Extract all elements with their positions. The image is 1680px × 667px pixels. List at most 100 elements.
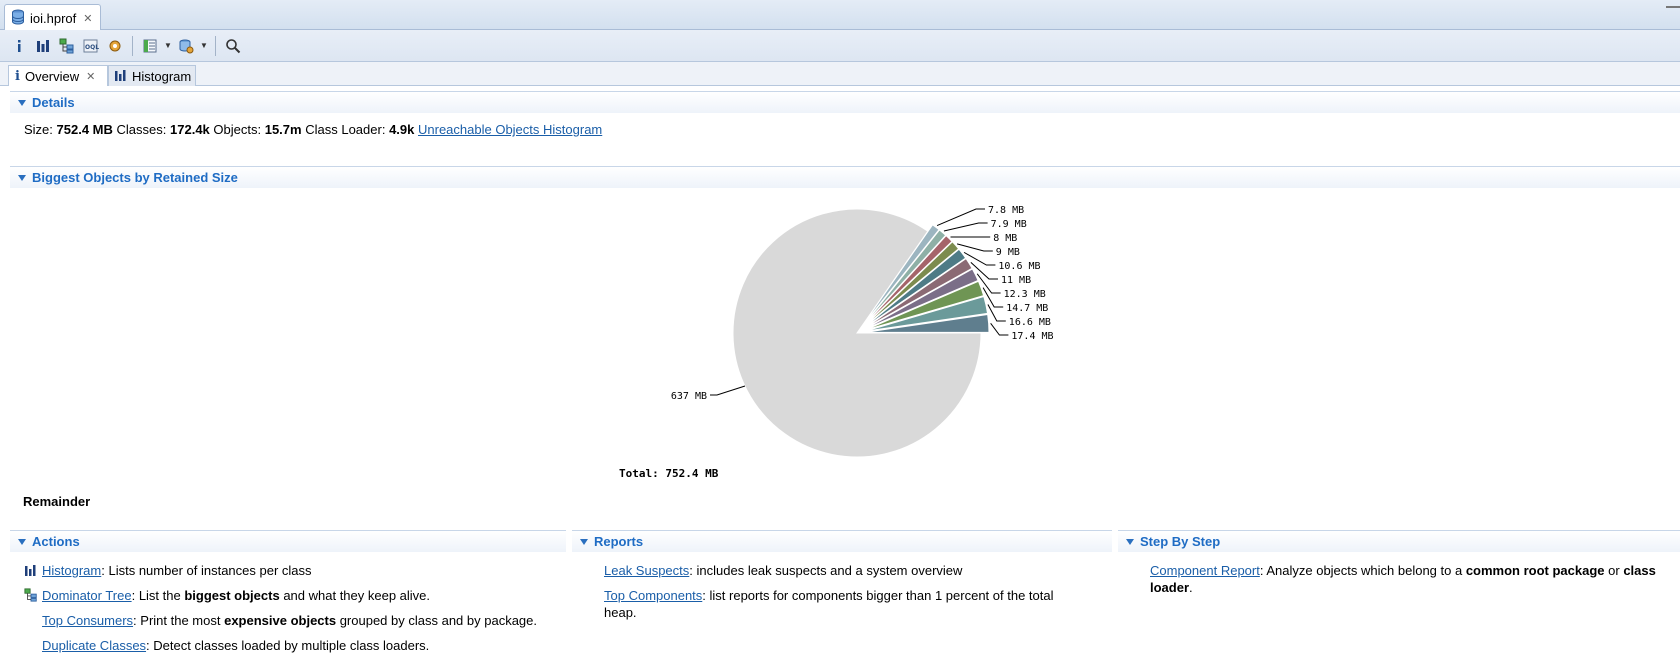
close-icon[interactable]: ✕ [83, 12, 92, 25]
chevron-down-icon[interactable]: ▼ [199, 35, 209, 57]
action-histogram: Histogram: Lists number of instances per… [24, 562, 312, 579]
blank-icon [24, 638, 38, 652]
slice-label: 10.6 MB [998, 261, 1040, 272]
info-icon: i [15, 68, 20, 84]
slice-label: 637 MB [671, 391, 707, 402]
slice-label: 17.4 MB [1011, 331, 1053, 342]
action-description: grouped by class and by package. [336, 613, 538, 628]
label-leader-line [710, 385, 746, 396]
label-leader-line [956, 243, 993, 252]
remainder-label: Remainder [23, 494, 91, 509]
label-leader-line [943, 222, 988, 232]
dominator-tree-icon[interactable] [56, 35, 78, 57]
actions-section-header[interactable]: Actions [10, 530, 566, 552]
classes-value: 172.4k [170, 122, 210, 137]
report-leak-suspects: Leak Suspects: includes leak suspects an… [604, 562, 962, 579]
objects-value: 15.7m [264, 122, 302, 137]
details-body: Size: 752.4 MB Classes: 172.4k Objects: … [24, 122, 602, 137]
dominator-tree-link[interactable]: Dominator Tree [42, 588, 132, 603]
leak-suspects-link[interactable]: Leak Suspects [604, 563, 689, 578]
search-icon[interactable] [222, 35, 244, 57]
step-by-step-body: Component Report: Analyze objects which … [1150, 562, 1670, 596]
chevron-down-icon [18, 538, 26, 545]
chevron-down-icon [18, 174, 26, 181]
retained-size-pie-chart: 637 MB 7.8 MB 7.9 MB 8 MB 9 MB 10.6 MB 11 MB 12… [0, 190, 1680, 490]
pie-chart-svg[interactable]: 637 MB 7.8 MB 7.9 MB 8 MB 9 MB 10.6 MB 11 MB 12… [0, 190, 1680, 490]
slice-label: 8 MB [993, 233, 1017, 244]
step-description: or [1604, 563, 1624, 578]
slice-label: 7.9 MB [991, 219, 1027, 230]
action-dominator-tree: Dominator Tree: List the biggest objects… [24, 587, 430, 604]
total-label: Total: 752.4 MB [619, 467, 719, 480]
slice-label: 11 MB [1001, 275, 1031, 286]
size-label: Size: [24, 122, 53, 137]
minimize-icon[interactable] [1666, 6, 1680, 16]
toolbar: OQL ▼ ▼ [0, 30, 1680, 62]
reports-section-header[interactable]: Reports [572, 530, 1112, 552]
details-title: Details [32, 95, 75, 110]
run-report-icon[interactable] [175, 35, 197, 57]
objects-label: Objects: [213, 122, 262, 137]
action-emphasis: expensive objects [224, 613, 337, 628]
slice-label: 16.6 MB [1009, 317, 1051, 328]
histogram-icon[interactable] [32, 35, 54, 57]
editor-tab-label: ioi.hprof [30, 10, 77, 26]
oql-icon[interactable]: OQL [80, 35, 102, 57]
action-description: : List the [131, 588, 185, 603]
slice-label: 9 MB [996, 247, 1020, 258]
details-section-header[interactable]: Details [10, 91, 1680, 113]
tab-overview-label: Overview [24, 68, 80, 84]
label-leader-line [990, 322, 1009, 336]
editor-tab-ioi-hprof[interactable]: ioi.hprof ✕ [4, 4, 101, 31]
action-description: : Detect classes loaded by multiple clas… [146, 638, 430, 653]
heap-dump-icon [11, 9, 25, 28]
report-top-components: Top Components: list reports for compone… [604, 587, 1084, 621]
close-icon[interactable]: ✕ [86, 70, 95, 83]
action-duplicate-classes: Duplicate Classes: Detect classes loaded… [24, 637, 429, 654]
tab-histogram[interactable]: Histogram [108, 65, 196, 86]
step-by-step-section-header[interactable]: Step By Step [1118, 530, 1680, 552]
dominator-tree-icon [24, 588, 38, 602]
class-loader-value: 4.9k [389, 122, 415, 137]
action-description: and what they keep alive. [279, 588, 431, 603]
subtab-bar: i Overview ✕ Histogram [0, 62, 1680, 86]
slice-label: 12.3 MB [1004, 289, 1046, 300]
histogram-link[interactable]: Histogram [42, 563, 101, 578]
top-consumers-link[interactable]: Top Consumers [42, 613, 133, 628]
tab-overview[interactable]: i Overview ✕ [8, 65, 108, 86]
biggest-objects-title: Biggest Objects by Retained Size [32, 170, 238, 185]
toolbar-separator [215, 35, 216, 56]
query-browser-icon[interactable] [139, 35, 161, 57]
step-description: . [1189, 580, 1193, 595]
heap-dump-details-icon[interactable] [104, 35, 126, 57]
step-emphasis: common root package [1465, 563, 1605, 578]
step-description: : Analyze objects which belong to a [1259, 563, 1466, 578]
histogram-icon [24, 563, 38, 577]
class-loader-label: Class Loader: [305, 122, 386, 137]
toolbar-separator [132, 35, 133, 56]
info-icon[interactable] [8, 35, 30, 57]
chevron-down-icon[interactable]: ▼ [163, 35, 173, 57]
action-description: : Lists number of instances per class [101, 563, 312, 578]
histogram-icon [115, 69, 127, 84]
unreachable-objects-histogram-link[interactable]: Unreachable Objects Histogram [418, 122, 602, 137]
classes-label: Classes: [116, 122, 167, 137]
duplicate-classes-link[interactable]: Duplicate Classes [42, 638, 146, 653]
slice-label: 7.8 MB [988, 205, 1024, 216]
reports-title: Reports [594, 534, 644, 549]
report-description: : includes leak suspects and a system ov… [689, 563, 963, 578]
component-report-link[interactable]: Component Report [1150, 563, 1260, 578]
chevron-down-icon [18, 99, 26, 106]
biggest-objects-section-header[interactable]: Biggest Objects by Retained Size [10, 166, 1680, 188]
tab-histogram-label: Histogram [132, 68, 192, 84]
svg-text:OQL: OQL [85, 44, 99, 51]
chevron-down-icon [1126, 538, 1134, 545]
top-components-link[interactable]: Top Components [604, 588, 702, 603]
action-description: : Print the most [133, 613, 225, 628]
size-value: 752.4 MB [56, 122, 113, 137]
slice-label: 14.7 MB [1006, 303, 1048, 314]
actions-title: Actions [32, 534, 80, 549]
action-top-consumers: Top Consumers: Print the most expensive … [24, 612, 537, 629]
blank-icon [24, 613, 38, 627]
editor-tabbar: ioi.hprof ✕ [0, 0, 1680, 31]
